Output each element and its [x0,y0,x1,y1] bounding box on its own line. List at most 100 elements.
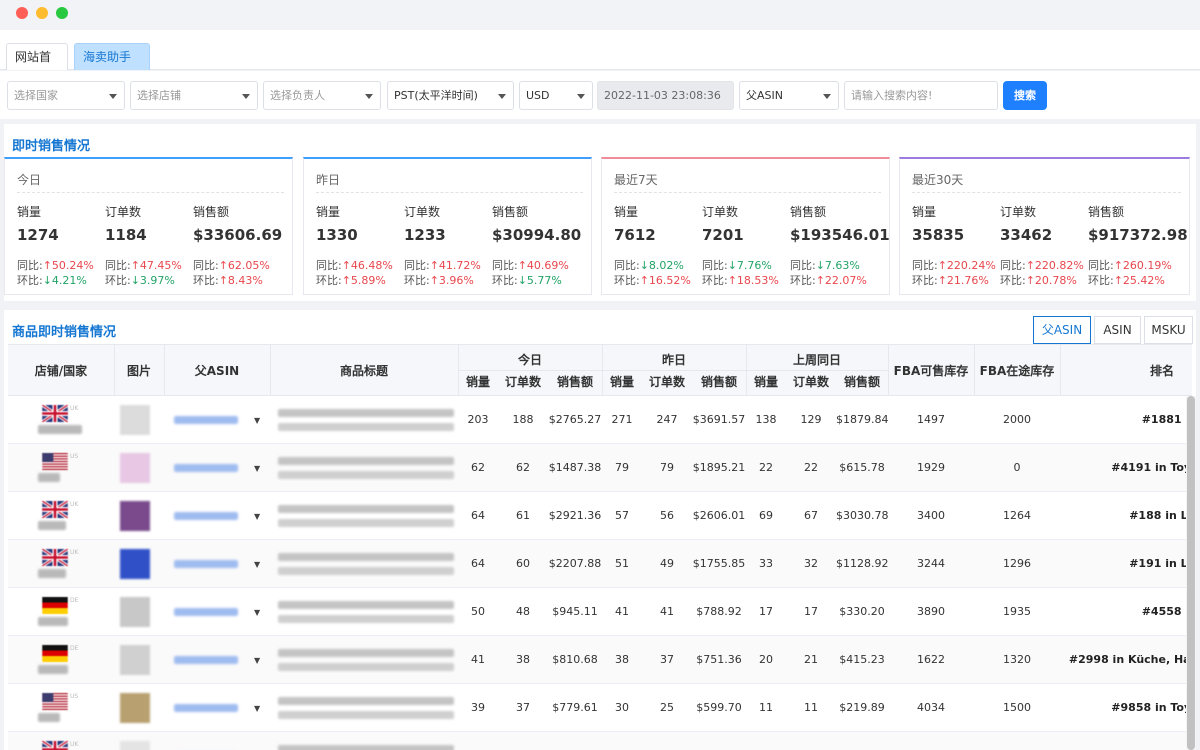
col-today-orders[interactable]: 订单数 [498,373,548,390]
timezone-select[interactable]: PST(太平洋时间) [387,81,514,110]
store-select[interactable]: 选择店铺 [130,81,258,110]
cell-fba_av: 3890 [917,605,945,618]
parent-asin-redacted[interactable] [174,560,238,568]
table-row[interactable]: US ▼ 39 37 $779.61 30 25 $599.70 11 11 $219.89 4034… [8,684,1192,732]
table-row[interactable]: UK▼4337$878.864432$899.301412$397.484290… [8,732,1192,750]
parent-asin-redacted[interactable] [174,656,238,664]
chevron-down-icon [109,94,117,99]
metric-label: 销售额 [193,205,230,219]
cell-rank: #4191 in Toys & G [1062,444,1192,492]
product-title-redacted [278,601,454,609]
col-today-qty[interactable]: 销量 [458,373,498,390]
table-row[interactable]: UK ▼ 64 60 $2207.88 51 49 $1755.85 33 32 $1128.92 3… [8,540,1192,588]
product-thumbnail[interactable] [120,501,150,531]
owner-select[interactable]: 选择负责人 [263,81,381,110]
col-store[interactable]: 店铺/国家 [8,362,114,379]
cell-w_qty: 17 [759,605,773,618]
mom-value: ↑22.07% [815,274,867,287]
search-input-placeholder: 请输入搜索内容! [851,89,933,102]
product-title-redacted-line2 [278,471,454,479]
cell-t_ord: 37 [498,732,548,750]
metric-value: $193546.01 [790,226,890,244]
col-lastweek-orders[interactable]: 订单数 [786,373,836,390]
table-scrollbar[interactable] [1186,396,1196,750]
search-button[interactable]: 搜索 [1003,81,1047,110]
col-lastweek-qty[interactable]: 销量 [746,373,786,390]
view-tab-parent-asin[interactable]: 父ASIN [1033,316,1091,344]
expand-icon[interactable]: ▼ [254,416,260,425]
currency-select[interactable]: USD [519,81,593,110]
parent-asin-redacted[interactable] [174,704,238,712]
country-code: UK [70,741,79,748]
cell-y_sales: $599.70 [696,701,742,714]
view-tab-msku[interactable]: MSKU [1144,316,1193,344]
country-select[interactable]: 选择国家 [7,81,125,110]
mom-value: ↑21.76% [937,274,989,287]
scrollbar-thumb[interactable] [1187,396,1195,750]
expand-icon[interactable]: ▼ [254,608,260,617]
table-row[interactable]: US ▼ 62 62 $1487.38 79 79 $1895.21 22 22 $615.78 19… [8,444,1192,492]
col-title[interactable]: 商品标题 [270,362,458,379]
card-yoy-qty: 同比:↑50.24% [17,257,94,273]
parent-asin-redacted[interactable] [174,608,238,616]
product-thumbnail[interactable] [120,597,150,627]
parent-asin-redacted[interactable] [174,464,238,472]
view-tab-asin[interactable]: ASIN [1094,316,1141,344]
col-lastweek-sales[interactable]: 销售额 [836,373,888,390]
expand-icon[interactable]: ▼ [254,464,260,473]
expand-icon[interactable]: ▼ [254,704,260,713]
col-today-sales[interactable]: 销售额 [548,373,602,390]
asin-type-value: 父ASIN [746,89,783,102]
table-row[interactable]: DE ▼ 50 48 $945.11 41 41 $788.92 17 17 $330.20 3890… [8,588,1192,636]
cell-t_qty: 39 [471,701,485,714]
cell-t_sales: $810.68 [552,653,598,666]
product-title-redacted [278,409,454,417]
table-row[interactable]: DE ▼ 41 38 $810.68 38 37 $751.36 20 21 $415.23 1622… [8,636,1192,684]
cell-w_sales: $219.89 [839,701,885,714]
yoy-label: 同比: [492,259,518,272]
tab-home[interactable]: 网站首页 [6,43,68,91]
col-fba-available[interactable]: FBA可售库存 [888,362,974,379]
yoy-value: ↓7.63% [815,259,860,272]
window-maximize-dot[interactable] [56,7,68,19]
cell-w_ord: 12 [786,732,836,750]
table-row[interactable]: UK ▼ 64 61 $2921.36 57 56 $2606.01 69 67 $3030.78 3… [8,492,1192,540]
cell-t_ord: 188 [512,413,534,426]
parent-asin-redacted[interactable] [174,416,238,424]
de-flag-icon [42,597,68,614]
cell-fba_av: 1929 [917,461,945,474]
col-yesterday-qty[interactable]: 销量 [602,373,642,390]
col-yesterday-sales[interactable]: 销售额 [692,373,746,390]
cell-w_sales: $1879.84 [836,413,889,426]
parent-asin-redacted[interactable] [174,512,238,520]
product-thumbnail[interactable] [120,549,150,579]
yoy-label: 同比: [17,259,43,272]
mom-value: ↓5.77% [517,274,562,287]
product-thumbnail[interactable] [120,405,150,435]
card-metric-orders: 订单数 1233 [404,203,446,244]
search-input[interactable]: 请输入搜索内容! [844,81,998,110]
mom-value: ↑18.53% [727,274,779,287]
product-title-redacted-line2 [278,567,454,575]
col-parent-asin[interactable]: 父ASIN [164,362,270,379]
col-yesterday-orders[interactable]: 订单数 [642,373,692,390]
asin-type-select[interactable]: 父ASIN [739,81,839,110]
cell-y_sales: $899.30 [692,732,746,750]
product-sales-title: 商品即时销售情况 [12,325,117,340]
col-rank[interactable]: 排名 [1060,362,1200,379]
expand-icon[interactable]: ▼ [254,512,260,521]
table-row[interactable]: UK ▼ 203 188 $2765.27 271 247 $3691.57 138 129 $18… [8,396,1192,444]
metric-value: 1184 [105,226,147,244]
col-fba-inbound[interactable]: FBA在途库存 [974,362,1060,379]
product-thumbnail[interactable] [120,645,150,675]
window-minimize-dot[interactable] [36,7,48,19]
product-thumbnail[interactable] [120,693,150,723]
window-close-dot[interactable] [16,7,28,19]
metric-value: $33606.69 [193,226,283,244]
expand-icon[interactable]: ▼ [254,560,260,569]
product-thumbnail[interactable] [120,453,150,483]
expand-icon[interactable]: ▼ [254,656,260,665]
product-thumbnail[interactable] [120,741,150,750]
card-yoy-sales: 同比:↑40.69% [492,257,569,273]
tab-seller-assistant[interactable]: 海卖助手× [74,43,150,91]
